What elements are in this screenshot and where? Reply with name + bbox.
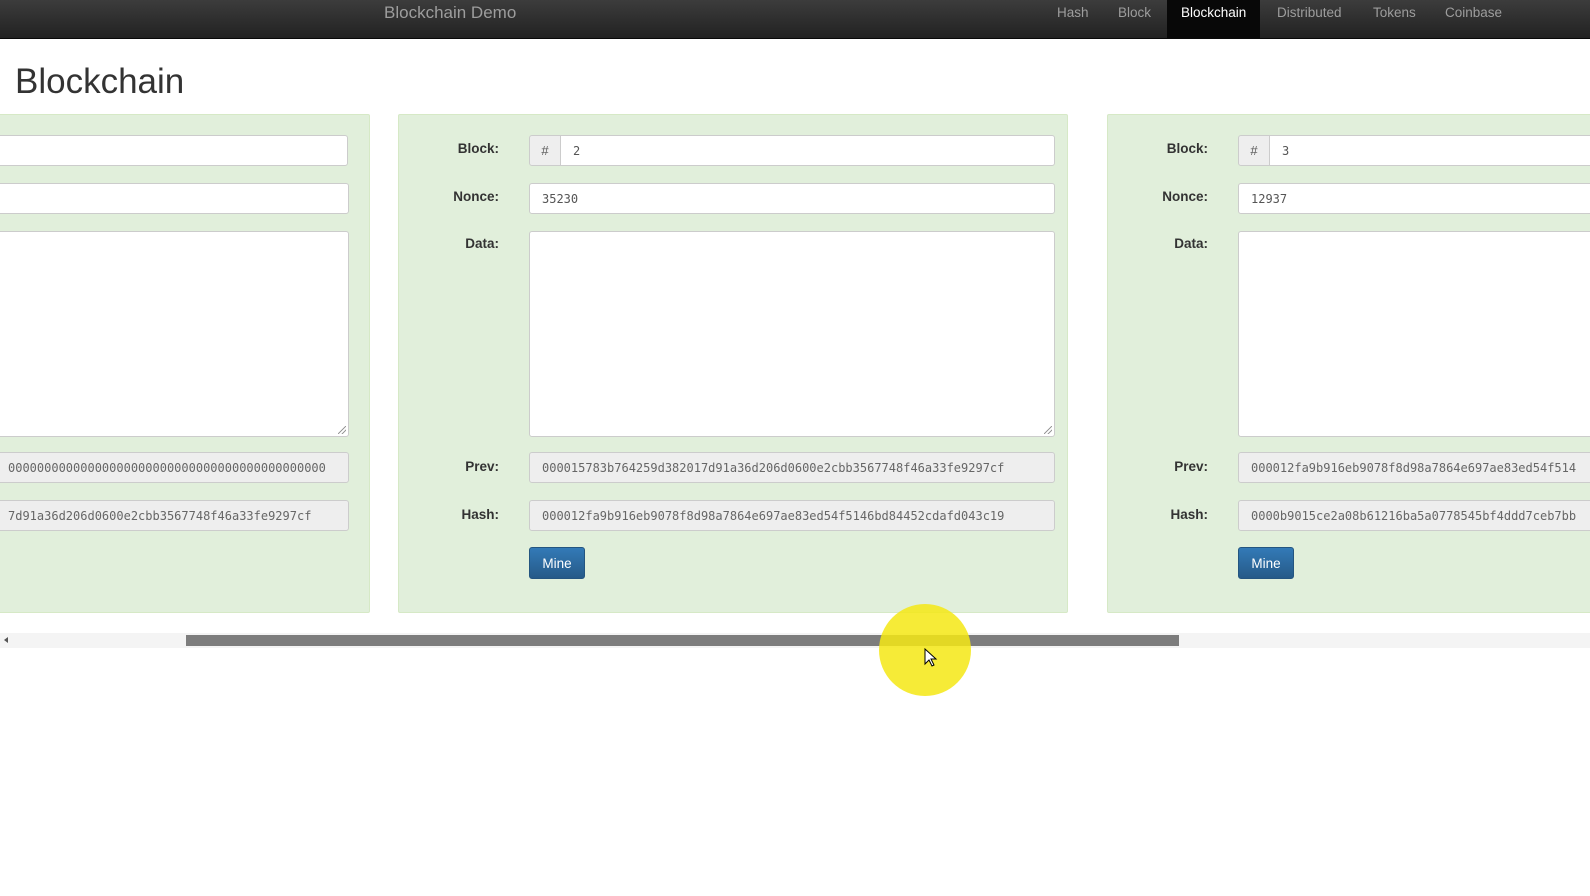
prev-label: Prev:	[1174, 459, 1208, 474]
nav-item-tokens[interactable]: Tokens	[1359, 0, 1430, 38]
block-card-1: 0000000000000000000000000000000000000000…	[0, 114, 370, 613]
nonce-label: Nonce:	[1162, 189, 1208, 204]
mine-button[interactable]: Mine	[529, 547, 585, 579]
nav-item-distributed[interactable]: Distributed	[1263, 0, 1356, 38]
hash-field: 0000b9015ce2a08b61216ba5a0778545bf4ddd7c…	[1238, 500, 1590, 531]
top-navbar: Blockchain Demo Hash Block Blockchain Di…	[0, 0, 1590, 39]
prev-hash-field: 000012fa9b916eb9078f8d98a7864e697ae83ed5…	[1238, 452, 1590, 483]
data-textarea[interactable]	[0, 231, 349, 437]
data-textarea[interactable]	[529, 231, 1055, 437]
prev-hash-value: 0000000000000000000000000000000000000000…	[8, 460, 326, 475]
nav-item-coinbase[interactable]: Coinbase	[1431, 0, 1516, 38]
block-card-3: Block: # 3 Nonce: 12937 Data: Prev: 0000…	[1107, 114, 1590, 613]
nonce-input[interactable]: 35230	[529, 183, 1055, 214]
mouse-pointer-icon	[924, 648, 938, 667]
hash-symbol-addon: #	[529, 135, 561, 166]
resize-grip-icon[interactable]	[1044, 426, 1052, 434]
block-label: Block:	[457, 141, 499, 156]
nav-item-hash[interactable]: Hash	[1043, 0, 1103, 38]
block-number-input[interactable]	[0, 135, 348, 166]
block-number-input[interactable]: 2	[560, 135, 1055, 166]
prev-hash-field: 000015783b764259d382017d91a36d206d0600e2…	[529, 452, 1055, 483]
prev-label: Prev:	[465, 459, 499, 474]
data-textarea[interactable]	[1238, 231, 1590, 437]
horizontal-scrollbar[interactable]	[0, 633, 1590, 648]
mine-button[interactable]: Mine	[1238, 547, 1294, 579]
data-label: Data:	[465, 236, 499, 251]
prev-hash-field: 0000000000000000000000000000000000000000…	[0, 452, 349, 483]
nav-item-blockchain[interactable]: Blockchain	[1167, 0, 1261, 38]
nonce-input[interactable]: 12937	[1238, 183, 1590, 214]
block-number-input[interactable]: 3	[1269, 135, 1590, 166]
hash-symbol-addon: #	[1238, 135, 1270, 166]
block-label: Block:	[1166, 141, 1208, 156]
scroll-left-arrow-icon[interactable]	[4, 637, 8, 643]
hash-field: 000012fa9b916eb9078f8d98a7864e697ae83ed5…	[529, 500, 1055, 531]
data-label: Data:	[1174, 236, 1208, 251]
hash-value: 7d91a36d206d0600e2cbb3567748f46a33fe9297…	[8, 508, 312, 523]
nonce-input[interactable]	[0, 183, 349, 214]
resize-grip-icon[interactable]	[338, 426, 346, 434]
block-card-2: Block: # 2 Nonce: 35230 Data: Prev: 0000…	[398, 114, 1068, 613]
blockchain-scroll-area[interactable]: 0000000000000000000000000000000000000000…	[0, 114, 1590, 634]
hash-label: Hash:	[461, 507, 499, 522]
brand-title[interactable]: Blockchain Demo	[384, 0, 516, 38]
hash-field: 7d91a36d206d0600e2cbb3567748f46a33fe9297…	[0, 500, 349, 531]
nonce-label: Nonce:	[453, 189, 499, 204]
nav-item-block[interactable]: Block	[1104, 0, 1165, 38]
page-title: Blockchain	[15, 62, 185, 101]
hash-label: Hash:	[1170, 507, 1208, 522]
scrollbar-thumb[interactable]	[186, 635, 1179, 646]
